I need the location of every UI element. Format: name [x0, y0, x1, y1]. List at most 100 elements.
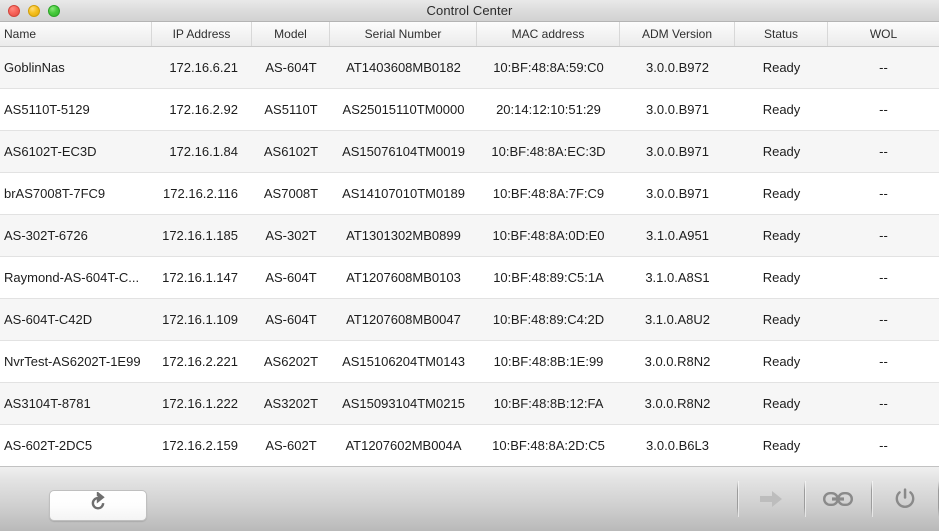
cell-model: AS7008T: [263, 186, 319, 201]
power-icon: [892, 486, 918, 512]
cell-wol: --: [879, 396, 888, 411]
link-button[interactable]: [805, 477, 871, 521]
cell-name: AS-302T-6726: [4, 228, 88, 243]
cell-wol: --: [879, 354, 888, 369]
table-row[interactable]: AS5110T-5129 172.16.2.92 AS5110T AS25015110…: [0, 89, 939, 131]
link-icon: [823, 490, 853, 508]
cell-model: AS-604T: [265, 312, 317, 327]
refresh-button[interactable]: [49, 490, 147, 521]
cell-serial: AT1207602MB004A: [345, 438, 462, 453]
column-header-name[interactable]: Name: [0, 22, 152, 46]
cell-serial: AT1403608MB0182: [346, 60, 461, 75]
cell-name: Raymond-AS-604T-C...: [4, 270, 140, 285]
cell-ip: 172.16.1.222: [162, 396, 238, 411]
cell-wol: --: [879, 312, 888, 327]
connect-arrow-icon: [758, 488, 784, 510]
cell-wol: --: [879, 186, 888, 201]
cell-name: AS-602T-2DC5: [4, 438, 93, 453]
cell-adm: 3.0.0.B971: [646, 186, 709, 201]
cell-ip: 172.16.2.221: [162, 354, 238, 369]
cell-adm: 3.0.0.B971: [646, 102, 709, 117]
cell-mac: 10:BF:48:8B:12:FA: [493, 396, 604, 411]
cell-adm: 3.0.0.B971: [646, 144, 709, 159]
cell-mac: 10:BF:48:89:C4:2D: [492, 312, 605, 327]
cell-name: AS-604T-C42D: [4, 312, 93, 327]
cell-mac: 10:BF:48:8A:EC:3D: [491, 144, 606, 159]
column-header-model[interactable]: Model: [252, 22, 330, 46]
cell-status: Ready: [762, 396, 801, 411]
cell-serial: AS15076104TM0019: [342, 144, 465, 159]
control-center-window: Control Center Name IP Address Model Serial…: [0, 0, 939, 531]
cell-mac: 20:14:12:10:51:29: [496, 102, 601, 117]
cell-ip: 172.16.2.159: [162, 438, 238, 453]
column-header-status[interactable]: Status: [735, 22, 828, 46]
cell-serial: AS25015110TM0000: [342, 102, 465, 117]
cell-model: AS-302T: [265, 228, 317, 243]
cell-status: Ready: [762, 354, 801, 369]
cell-model: AS6102T: [263, 144, 319, 159]
cell-adm: 3.0.0.R8N2: [644, 396, 711, 411]
column-header-serial[interactable]: Serial Number: [330, 22, 477, 46]
cell-ip: 172.16.2.116: [163, 186, 238, 201]
cell-name: GoblinNas: [4, 60, 65, 75]
power-button[interactable]: [872, 477, 938, 521]
window-controls: [8, 0, 60, 21]
cell-wol: --: [879, 144, 888, 159]
cell-model: AS6202T: [263, 354, 319, 369]
column-header-ip[interactable]: IP Address: [152, 22, 252, 46]
cell-serial: AT1207608MB0103: [346, 270, 461, 285]
cell-wol: --: [879, 60, 888, 75]
cell-model: AS-604T: [265, 270, 317, 285]
cell-status: Ready: [762, 438, 801, 453]
cell-mac: 10:BF:48:8A:59:C0: [493, 60, 604, 75]
cell-mac: 10:BF:48:89:C5:1A: [493, 270, 604, 285]
cell-adm: 3.0.0.R8N2: [644, 354, 711, 369]
connect-arrow-button[interactable]: [738, 477, 804, 521]
column-header-wol[interactable]: WOL: [828, 22, 939, 46]
cell-status: Ready: [762, 144, 801, 159]
cell-status: Ready: [762, 312, 801, 327]
device-table-body[interactable]: GoblinNas 172.16.6.21 AS-604T AT1403608MB01…: [0, 47, 939, 466]
table-row[interactable]: Raymond-AS-604T-C... 172.16.1.147 AS-604T A…: [0, 257, 939, 299]
cell-status: Ready: [762, 186, 801, 201]
cell-model: AS-604T: [265, 60, 317, 75]
table-row[interactable]: NvrTest-AS6202T-1E99 172.16.2.221 AS6202T A…: [0, 341, 939, 383]
toolbar-actions: [737, 467, 939, 531]
table-row[interactable]: brAS7008T-7FC9 172.16.2.116 AS7008T AS14107…: [0, 173, 939, 215]
cell-adm: 3.0.0.B6L3: [646, 438, 709, 453]
table-row[interactable]: AS-302T-6726 172.16.1.185 AS-302T AT1301302…: [0, 215, 939, 257]
cell-status: Ready: [762, 60, 801, 75]
maximize-button[interactable]: [48, 4, 60, 17]
cell-name: NvrTest-AS6202T-1E99: [4, 354, 141, 369]
window-title: Control Center: [426, 3, 513, 18]
cell-name: AS3104T-8781: [4, 396, 91, 411]
table-row[interactable]: AS6102T-EC3D 172.16.1.84 AS6102T AS15076104…: [0, 131, 939, 173]
table-row[interactable]: AS-602T-2DC5 172.16.2.159 AS-602T AT1207602…: [0, 425, 939, 466]
cell-adm: 3.1.0.A951: [646, 228, 709, 243]
cell-ip: 172.16.1.185: [162, 228, 238, 243]
cell-wol: --: [879, 228, 888, 243]
cell-mac: 10:BF:48:8A:0D:E0: [492, 228, 605, 243]
bottom-toolbar: [0, 466, 939, 531]
column-header-mac[interactable]: MAC address: [477, 22, 620, 46]
cell-model: AS5110T: [264, 102, 318, 117]
minimize-button[interactable]: [28, 4, 40, 17]
cell-wol: --: [879, 102, 888, 117]
cell-mac: 10:BF:48:8A:2D:C5: [492, 438, 605, 453]
cell-adm: 3.0.0.B972: [646, 60, 709, 75]
cell-ip: 172.16.1.84: [169, 144, 238, 159]
cell-adm: 3.1.0.A8U2: [644, 312, 711, 327]
close-button[interactable]: [8, 4, 20, 17]
cell-mac: 10:BF:48:8B:1E:99: [493, 354, 604, 369]
title-bar: Control Center: [0, 0, 939, 22]
table-row[interactable]: GoblinNas 172.16.6.21 AS-604T AT1403608MB01…: [0, 47, 939, 89]
column-header-adm[interactable]: ADM Version: [620, 22, 735, 46]
table-row[interactable]: AS-604T-C42D 172.16.1.109 AS-604T AT1207608…: [0, 299, 939, 341]
table-row[interactable]: AS3104T-8781 172.16.1.222 AS3202T AS1509310…: [0, 383, 939, 425]
cell-status: Ready: [762, 270, 801, 285]
cell-wol: --: [879, 270, 888, 285]
cell-name: AS6102T-EC3D: [4, 144, 97, 159]
cell-ip: 172.16.2.92: [169, 102, 238, 117]
cell-ip: 172.16.1.147: [162, 270, 238, 285]
cell-status: Ready: [762, 102, 801, 117]
